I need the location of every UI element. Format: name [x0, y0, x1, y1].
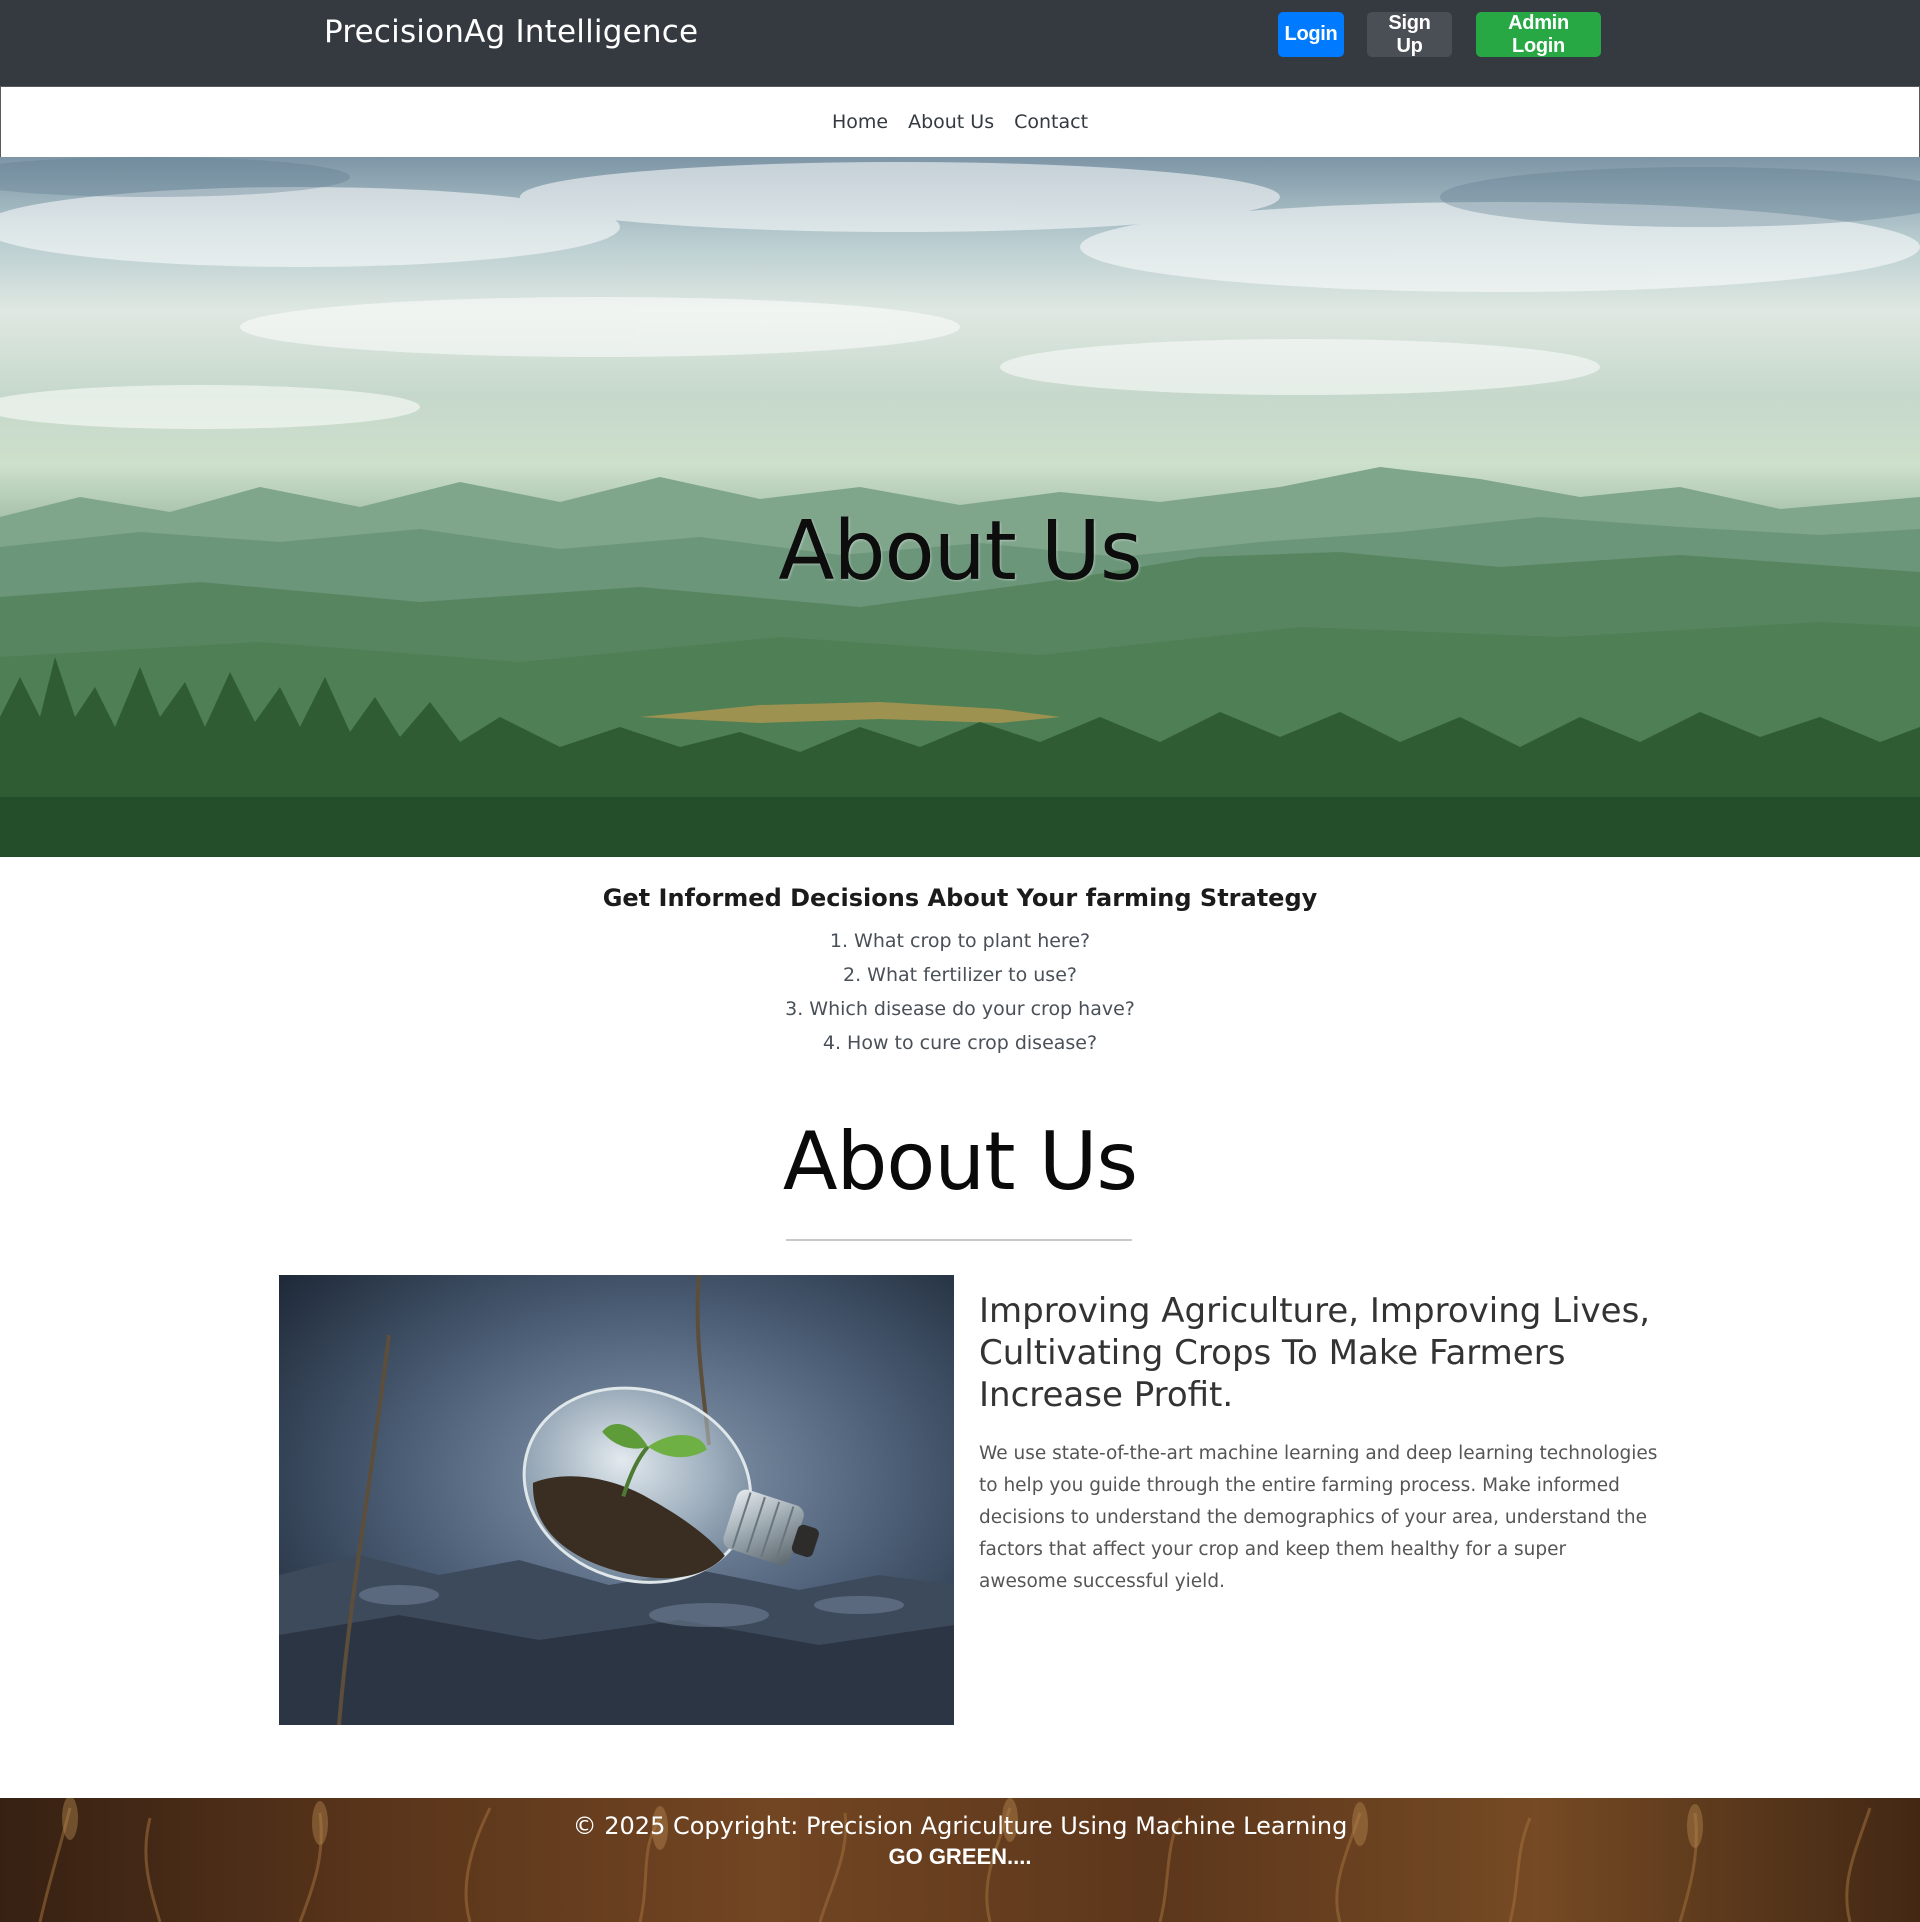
- main-nav: Home About Us Contact: [0, 86, 1920, 158]
- info-question-list: 1. What crop to plant here? 2. What fert…: [0, 924, 1920, 1060]
- list-item: 2. What fertilizer to use?: [843, 964, 1077, 986]
- hero-banner: About Us: [0, 157, 1920, 857]
- footer-tagline: GO GREEN....: [888, 1844, 1032, 1869]
- about-divider: [786, 1239, 1132, 1241]
- about-headline: Improving Agriculture, Improving Lives, …: [979, 1291, 1651, 1415]
- admin-login-button[interactable]: Admin Login: [1476, 12, 1601, 57]
- list-item: 3. Which disease do your crop have?: [785, 998, 1135, 1020]
- login-button[interactable]: Login: [1278, 12, 1344, 57]
- brand-title[interactable]: PrecisionAg Intelligence: [324, 14, 698, 50]
- lightbulb-seedling-image: [279, 1275, 954, 1725]
- hero-title: About Us: [778, 503, 1142, 599]
- nav-link-contact[interactable]: Contact: [1014, 111, 1088, 133]
- about-title: About Us: [782, 1115, 1138, 1208]
- footer-copyright: © 2025 Copyright: Precision Agriculture …: [572, 1812, 1348, 1840]
- footer: © 2025 Copyright: Precision Agriculture …: [0, 1798, 1920, 1922]
- list-item: 4. How to cure crop disease?: [822, 1032, 1098, 1054]
- top-header: PrecisionAg Intelligence Login Sign Up A…: [0, 0, 1920, 86]
- nav-link-home[interactable]: Home: [832, 111, 888, 133]
- nav-link-about-us[interactable]: About Us: [908, 111, 994, 133]
- signup-button[interactable]: Sign Up: [1367, 12, 1452, 57]
- list-item: 1. What crop to plant here?: [829, 930, 1091, 952]
- about-body-text: We use state-of-the-art machine learning…: [979, 1443, 1658, 1592]
- nav-links: Home About Us Contact: [1, 87, 1919, 157]
- info-heading: Get Informed Decisions About Your farmin…: [602, 884, 1318, 912]
